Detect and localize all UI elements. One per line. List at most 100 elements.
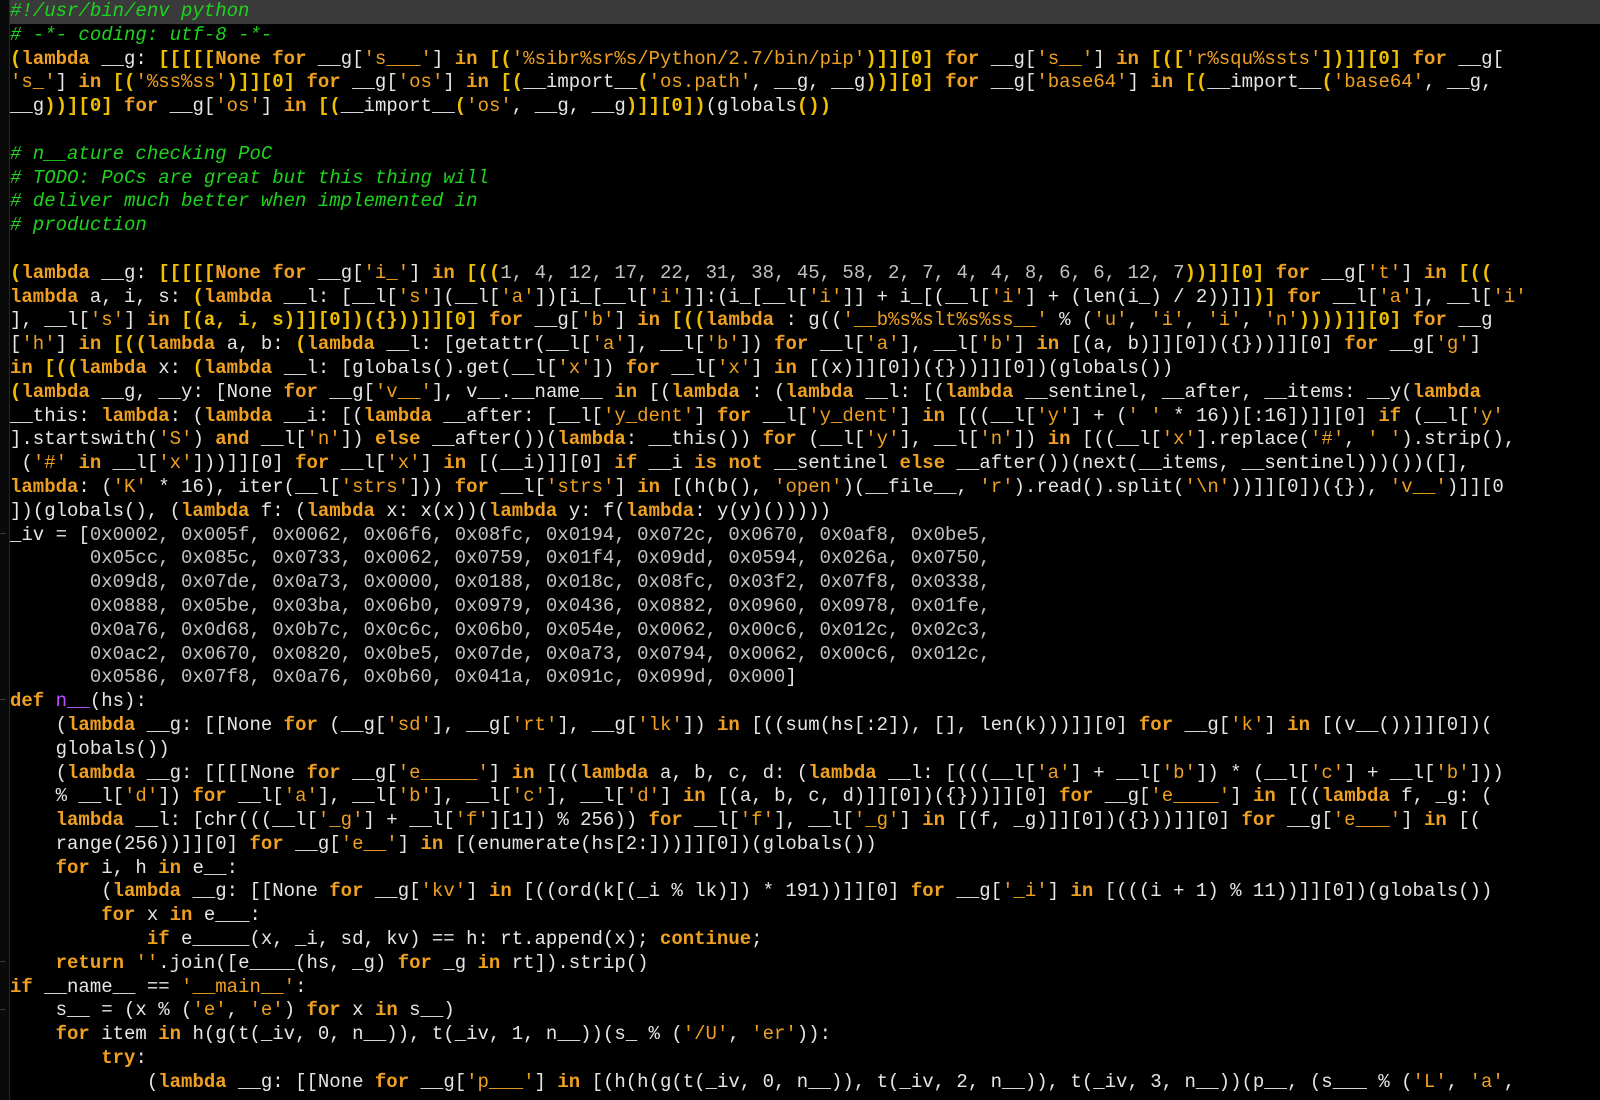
code-line[interactable]: if __name__ == '__main__': [10,976,1600,1000]
code-line[interactable]: ['h'] in [((lambda a, b: (lambda __l: [g… [10,333,1600,357]
code-line[interactable]: (lambda __g: [[[[None for __g['e_____'] … [10,762,1600,786]
code-line[interactable]: # n__ature checking PoC [10,143,1600,167]
code-area[interactable]: #!/usr/bin/env python # -*- coding: utf-8… [10,0,1600,1095]
code-line[interactable]: 0x0a76, 0x0d68, 0x0b7c, 0x0c6c, 0x06b0, … [10,619,1600,643]
string-token: 'lk' [637,713,683,736]
code-line[interactable]: ], __l['s'] in [(a, i, s)]][0])({}))]][0… [10,309,1600,333]
code-line[interactable]: # production [10,214,1600,238]
code-line[interactable]: (lambda __g, __y: [None for __g['v__'], … [10,381,1600,405]
code-token: )]][0 [1446,475,1504,498]
code-line[interactable]: ])(globals(), (lambda f: (lambda x: x(x)… [10,500,1600,524]
code-line[interactable]: for i, h in e__: [10,857,1600,881]
fold-marker-icon[interactable]: − [0,697,7,707]
code-line[interactable]: (lambda __g: [[None for __g['p___'] in [… [10,1071,1600,1095]
code-line[interactable]: 0x09d8, 0x07de, 0x0a73, 0x0000, 0x0188, … [10,571,1600,595]
code-line[interactable]: 0x0888, 0x05be, 0x03ba, 0x06b0, 0x0979, … [10,595,1600,619]
code-line[interactable]: (lambda __g: [[None for __g['kv'] in [((… [10,880,1600,904]
keyword-token: lambda [146,333,216,356]
code-token: __l: [chr(((__l[ [124,809,318,832]
code-token: * 16), iter(__l[ [146,475,341,498]
code-line[interactable]: lambda: ('K' * 16), iter(__l['strs'])) f… [10,476,1600,500]
keyword-token: for [272,47,307,70]
string-token: 'x' [158,452,193,475]
keyword-token: for [454,475,489,498]
code-token: ] + __l[ [1344,761,1436,784]
keyword-token: for [1059,785,1094,808]
code-line[interactable]: ('#' in __l['x']))]][0] for __l['x'] in … [10,452,1600,476]
fold-gutter[interactable]: − − − − [0,0,10,1100]
code-token: __l: [globals().get(__l[ [272,356,558,379]
code-token: __l[ [488,475,546,498]
keyword-token: try [101,1047,136,1070]
code-line[interactable]: range(256))]][0] for __g['e__'] in [(enu… [10,833,1600,857]
keyword-token: lambda [1412,380,1481,403]
code-token: __l[ [226,785,284,808]
code-line[interactable] [10,119,1600,143]
code-line[interactable]: globals()) [10,738,1600,762]
code-token: __l[ [249,428,307,451]
code-line[interactable]: __this: lambda: (lambda __i: [(lambda __… [10,405,1600,429]
string-token: '#' [1310,428,1345,451]
code-line[interactable]: def n__(hs): [10,690,1600,714]
code-line[interactable]: 0x0586, 0x07f8, 0x0a76, 0x0b60, 0x041a, … [10,666,1600,690]
code-line[interactable]: 's_'] in [('%ss%ss')]][0] for __g['os'] … [10,71,1600,95]
code-line[interactable]: # deliver much better when implemented i… [10,190,1600,214]
code-line[interactable]: s__ = (x % ('e', 'e') for x in s__) [10,999,1600,1023]
code-token: ]] + i_[(__l[ [842,285,991,308]
code-token: ] [751,356,775,379]
code-token: ]]:(i_[__l[ [682,285,809,308]
code-token: ) [192,428,216,451]
code-editor[interactable]: − − − − #!/usr/bin/env python # -*- coding: … [0,0,1600,1100]
code-line[interactable]: _iv = [0x0002, 0x005f, 0x0062, 0x06f6, 0… [10,524,1600,548]
string-token: 'y_dent' [602,404,695,427]
code-line[interactable] [10,238,1600,262]
code-token: __g[ [340,761,398,784]
fold-marker-icon[interactable]: − [0,959,7,969]
code-line[interactable]: # -*- coding: utf-8 -*- [10,24,1600,48]
keyword-token: for [625,356,660,379]
code-token: ].startswith( [10,428,159,451]
code-line[interactable]: % __l['d']) for __l['a'], __l['b'], __l[… [10,785,1600,809]
code-token: ] [420,452,444,475]
code-line[interactable]: try: [10,1047,1600,1071]
code-line[interactable]: 0x05cc, 0x085c, 0x0733, 0x0062, 0x0759, … [10,547,1600,571]
code-line[interactable]: (lambda __g: [[None for (__g['sd'], __g[… [10,714,1600,738]
code-token: [(f, _g)]][0])({}))]][0] [945,809,1242,832]
code-line[interactable]: 0x0ac2, 0x0670, 0x0820, 0x0be5, 0x07de, … [10,643,1600,667]
code-token: ]) [591,356,626,379]
string-token: 'i' [648,285,683,308]
punct-token: [[[[[ [158,47,216,70]
code-line[interactable]: ].startswith('S') and __l['n']) else __a… [10,428,1600,452]
code-line[interactable]: #!/usr/bin/env python [10,0,1600,24]
code-token: __g, __y: [None [89,380,284,403]
string-token: 'f' [739,809,775,832]
code-line[interactable]: for item in h(g(t(_iv, 0, n__)), t(_iv, … [10,1023,1600,1047]
code-line[interactable]: (lambda __g: [[[[[None for __g['s___'] i… [10,48,1600,72]
code-line[interactable]: if e_____(x, _i, sd, kv) == h: rt.append… [10,928,1600,952]
code-line[interactable]: for x in e___: [10,904,1600,928]
code-line[interactable]: in [((lambda x: (lambda __l: [globals().… [10,357,1600,381]
fold-marker-icon[interactable]: − [0,530,7,540]
code-line[interactable]: lambda __l: [chr(((__l['_g'] + __l['f'][… [10,809,1600,833]
code-line[interactable]: lambda a, i, s: (lambda __l: [__l['s'](_… [10,286,1600,310]
string-token: 'os' [397,71,444,94]
code-token: ] [614,309,638,332]
keyword-token: in [10,356,33,379]
fold-marker-icon[interactable]: − [0,1006,7,1016]
code-line[interactable]: (lambda __g: [[[[[None for __g['i_'] in … [10,262,1600,286]
code-line[interactable]: __g))][0] for __g['os'] in [(__import__(… [10,95,1600,119]
comment-token: #!/usr/bin/env python [10,0,250,22]
code-token: ] [899,404,923,427]
code-token: ], __l[ [899,333,980,356]
string-token: 'a' [1469,1070,1504,1093]
keyword-token: in [158,856,182,879]
string-token: 'os.path' [648,71,752,94]
code-line[interactable]: return ''.join([e____(hs, _g) for _g in … [10,952,1600,976]
string-token: 'er' [751,1023,797,1046]
code-token: __g[ [158,95,216,118]
code-line[interactable]: # TODO: PoCs are great but this thing wi… [10,167,1600,191]
